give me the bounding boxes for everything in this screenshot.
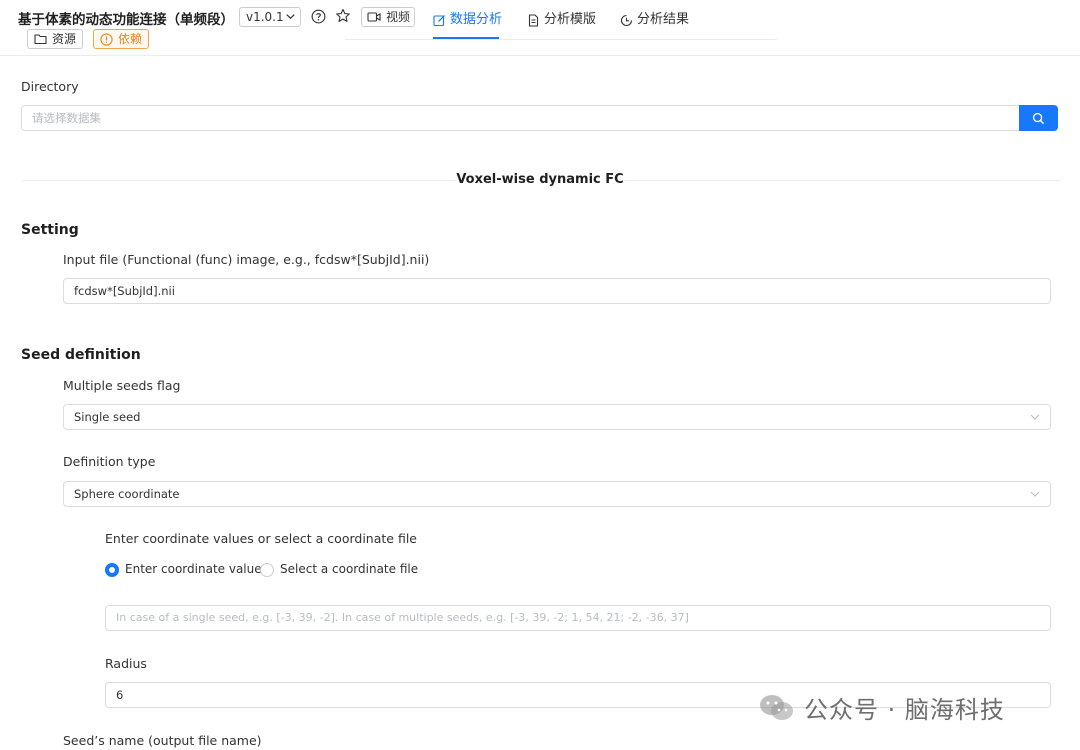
multiple-seeds-label: Multiple seeds flag: [63, 378, 181, 393]
watermark-text: 公众号 · 脑海科技: [804, 696, 1005, 724]
tab-label: 分析模版: [544, 12, 597, 27]
radio-select-file[interactable]: [260, 563, 274, 577]
input-file-field[interactable]: fcdsw*[SubjId].nii: [63, 278, 1051, 304]
app-title: 基于体素的动态功能连接（单频段）: [18, 12, 234, 28]
chevron-down-icon: [1030, 491, 1040, 497]
select-value: Single seed: [74, 410, 141, 424]
dependency-label: 依赖: [118, 32, 143, 46]
version-select[interactable]: v1.0.1: [239, 7, 301, 27]
input-file-label: Input file (Functional (func) image, e.g…: [63, 252, 430, 267]
help-icon[interactable]: [311, 9, 326, 24]
app-header: 基于体素的动态功能连接（单频段） v1.0.1 视频 资源 依赖 数据分析 分析…: [0, 0, 1080, 56]
history-icon: [620, 14, 633, 27]
seed-name-label: Seed’s name (output file name): [63, 733, 262, 748]
document-icon: [528, 14, 539, 27]
info-icon: [100, 33, 113, 46]
definition-type-label: Definition type: [63, 454, 156, 469]
multiple-seeds-select[interactable]: Single seed: [63, 404, 1051, 430]
select-value: Sphere coordinate: [74, 487, 180, 501]
version-label: v1.0.1: [246, 10, 284, 24]
directory-label: Directory: [21, 79, 79, 94]
chevron-down-icon: [1030, 414, 1040, 420]
edit-icon: [433, 15, 445, 27]
tab-label: 分析结果: [637, 12, 690, 27]
divider-title: Voxel-wise dynamic FC: [455, 172, 625, 187]
resource-button[interactable]: 资源: [27, 29, 83, 49]
tab-label: 数据分析: [450, 12, 503, 27]
dependency-button[interactable]: 依赖: [93, 29, 149, 49]
active-tab-indicator: [433, 37, 499, 39]
seed-definition-heading: Seed definition: [21, 347, 141, 363]
radius-label: Radius: [105, 656, 147, 671]
coordinate-prompt: Enter coordinate values or select a coor…: [105, 531, 417, 546]
definition-type-select[interactable]: Sphere coordinate: [63, 481, 1051, 507]
coordinate-input[interactable]: In case of a single seed, e.g. [-3, 39, …: [105, 605, 1051, 631]
tab-data-analysis[interactable]: 数据分析: [433, 11, 502, 31]
radio-enter-coordinates[interactable]: [105, 563, 119, 577]
directory-input[interactable]: 请选择数据集: [21, 105, 1020, 131]
setting-heading: Setting: [21, 222, 79, 238]
tab-analysis-results[interactable]: 分析结果: [620, 11, 689, 31]
tab-analysis-template[interactable]: 分析模版: [527, 11, 596, 31]
folder-icon: [34, 34, 47, 45]
search-icon: [1032, 112, 1045, 125]
resource-label: 资源: [52, 32, 77, 46]
radio-select-label[interactable]: Select a coordinate file: [280, 562, 418, 576]
search-button[interactable]: [1019, 105, 1058, 131]
radio-enter-label[interactable]: Enter coordinate values: [125, 562, 268, 576]
wechat-logo-icon: [760, 695, 793, 720]
chevron-down-icon: [286, 14, 295, 20]
